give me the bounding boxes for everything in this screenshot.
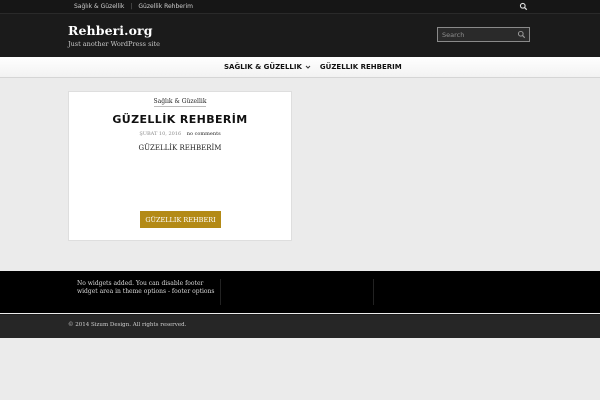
top-nav-link-saglik[interactable]: Sağlık & Güzellik bbox=[74, 3, 124, 10]
site-title[interactable]: Rehberi.org bbox=[68, 23, 153, 38]
post-date: ŞUBAT 10, 2016 bbox=[139, 131, 182, 137]
main-nav: SAĞLIK & GÜZELLIK GÜZELLIK REHBERIM bbox=[0, 57, 600, 78]
post-card: Sağlık & Güzellik GÜZELLİK REHBERİM ŞUBA… bbox=[68, 91, 292, 241]
top-nav: Sağlık & Güzellik | Güzellik Rehberim bbox=[74, 0, 193, 13]
post-meta: ŞUBAT 10, 2016 no comments bbox=[69, 131, 291, 137]
nav-item-label: GÜZELLIK REHBERIM bbox=[319, 63, 402, 71]
top-nav-link-guzellik[interactable]: Güzellik Rehberim bbox=[138, 3, 193, 10]
comments-link[interactable]: no comments bbox=[187, 131, 221, 137]
post-title[interactable]: GÜZELLİK REHBERİM bbox=[69, 113, 291, 126]
footer-widgets: No widgets added. You can disable footer… bbox=[0, 271, 600, 313]
top-nav-separator: | bbox=[130, 3, 133, 10]
copyright-text: © 2014 Sizum Design. All rights reserved… bbox=[68, 322, 187, 328]
post-category: Sağlık & Güzellik bbox=[69, 98, 291, 107]
nav-item-guzellik-rehberim[interactable]: GÜZELLIK REHBERIM bbox=[320, 63, 402, 71]
footer-divider bbox=[373, 279, 374, 305]
chevron-down-icon bbox=[305, 65, 311, 69]
search-box bbox=[437, 27, 530, 42]
post-excerpt: GÜZELLİK REHBERİM bbox=[138, 144, 222, 152]
read-more-button[interactable]: GÜZELLIK REHBERI bbox=[140, 211, 221, 228]
category-link[interactable]: Sağlık & Güzellik bbox=[153, 98, 207, 107]
search-icon[interactable] bbox=[519, 2, 528, 11]
footer-widget-notice: No widgets added. You can disable footer… bbox=[77, 280, 215, 295]
site-tagline: Just another WordPress site bbox=[68, 40, 160, 48]
search-icon[interactable] bbox=[517, 30, 526, 39]
nav-item-label: SAĞLIK & GÜZELLIK bbox=[224, 63, 302, 71]
top-bar: Sağlık & Güzellik | Güzellik Rehberim bbox=[0, 0, 600, 14]
search-input[interactable] bbox=[440, 29, 518, 40]
nav-item-saglik-guzellik[interactable]: SAĞLIK & GÜZELLIK bbox=[224, 63, 311, 71]
footer-divider bbox=[220, 279, 221, 305]
footer-bottom: © 2014 Sizum Design. All rights reserved… bbox=[0, 314, 600, 338]
site-header: Rehberi.org Just another WordPress site bbox=[0, 14, 600, 57]
